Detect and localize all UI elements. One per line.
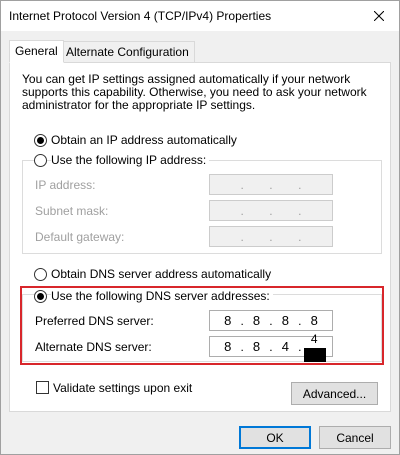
obtain-dns-auto-label[interactable]: Obtain DNS server address automatically (51, 267, 271, 281)
default-gateway-field: ... (209, 226, 333, 247)
validate-settings-label[interactable]: Validate settings upon exit (53, 381, 192, 395)
obtain-dns-auto-radio[interactable] (34, 268, 47, 281)
ip-address-field: ... (209, 174, 333, 195)
dns-highlight-box (20, 286, 384, 365)
title-bar: Internet Protocol Version 4 (TCP/IPv4) P… (1, 1, 399, 31)
subnet-mask-field: ... (209, 200, 333, 221)
advanced-button[interactable]: Advanced... (291, 382, 378, 405)
subnet-mask-label: Subnet mask: (35, 204, 109, 218)
cancel-button[interactable]: Cancel (319, 426, 391, 449)
default-gateway-label: Default gateway: (35, 230, 125, 244)
obtain-ip-auto-label[interactable]: Obtain an IP address automatically (51, 133, 237, 147)
use-following-ip-label[interactable]: Use the following IP address: (51, 153, 210, 167)
obtain-ip-auto-radio[interactable] (34, 134, 47, 147)
use-following-ip-radio[interactable] (34, 154, 47, 167)
description-text: You can get IP settings assigned automat… (22, 72, 367, 112)
window-title: Internet Protocol Version 4 (TCP/IPv4) P… (9, 9, 272, 23)
close-icon (374, 11, 384, 21)
tab-alternate-configuration[interactable]: Alternate Configuration (60, 41, 195, 63)
validate-settings-checkbox[interactable] (36, 381, 49, 394)
ok-button[interactable]: OK (239, 426, 311, 449)
ip-address-label: IP address: (35, 178, 96, 192)
properties-dialog: Internet Protocol Version 4 (TCP/IPv4) P… (0, 0, 400, 455)
close-button[interactable] (359, 1, 399, 31)
tab-general[interactable]: General (9, 40, 64, 63)
